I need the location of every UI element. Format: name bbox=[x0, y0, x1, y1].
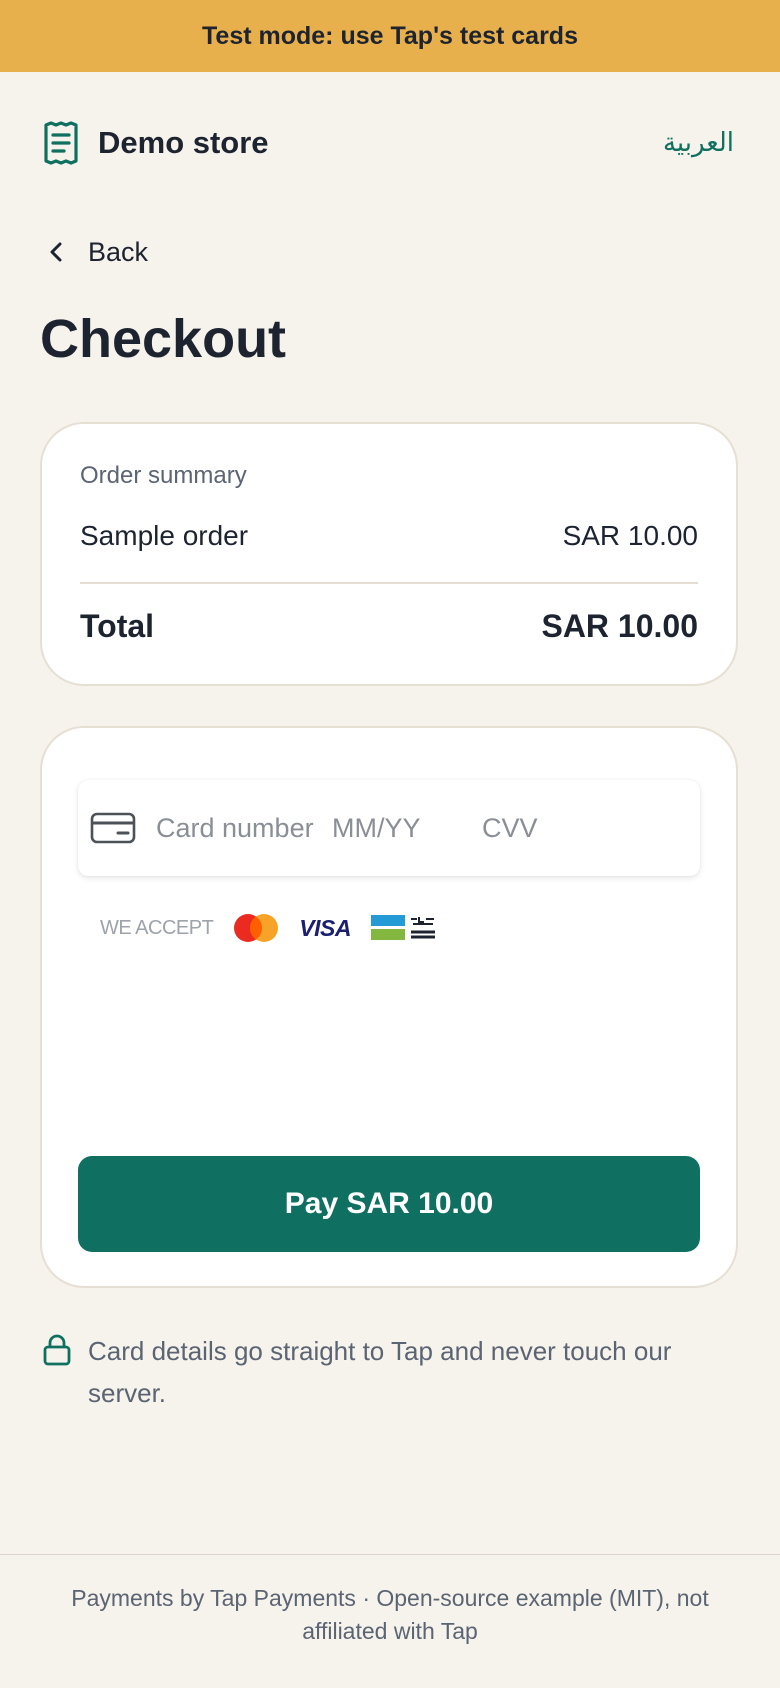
total-value: SAR 10.00 bbox=[541, 608, 698, 644]
order-summary-card: Order summary Sample order SAR 10.00 Tot… bbox=[40, 422, 738, 686]
we-accept-label: WE ACCEPT bbox=[100, 916, 214, 939]
payment-card: WE ACCEPT VISA Pay SAR 10.00 bbox=[40, 726, 738, 1288]
pay-button[interactable]: Pay SAR 10.00 bbox=[78, 1156, 700, 1252]
page-title: Checkout bbox=[40, 309, 287, 369]
receipt-icon bbox=[44, 121, 78, 165]
expiry-input[interactable] bbox=[332, 812, 482, 844]
back-label: Back bbox=[88, 236, 149, 267]
order-line-item: Sample order SAR 10.00 bbox=[80, 520, 698, 552]
item-name: Sample order bbox=[80, 520, 249, 551]
visa-logo: VISA bbox=[299, 914, 351, 941]
cvv-input[interactable] bbox=[482, 812, 602, 844]
card-number-input[interactable] bbox=[156, 812, 326, 844]
card-input-group bbox=[78, 780, 700, 876]
chevron-left-icon bbox=[50, 242, 62, 262]
test-mode-banner-text: Test mode: use Tap's test cards bbox=[202, 21, 578, 50]
accepted-cards: WE ACCEPT VISA bbox=[100, 908, 443, 948]
security-note: Card details go straight to Tap and neve… bbox=[42, 1330, 722, 1414]
footer-text: Payments by Tap Payments · Open-source e… bbox=[71, 1585, 709, 1644]
summary-divider bbox=[80, 582, 698, 584]
order-summary-label: Order summary bbox=[80, 462, 247, 489]
security-note-text: Card details go straight to Tap and neve… bbox=[88, 1336, 672, 1408]
footer: Payments by Tap Payments · Open-source e… bbox=[40, 1582, 740, 1648]
brand: Demo store bbox=[42, 121, 269, 165]
item-price: SAR 10.00 bbox=[562, 520, 698, 551]
total-label: Total bbox=[80, 608, 155, 644]
mada-icon bbox=[370, 915, 435, 940]
mastercard-icon bbox=[234, 914, 279, 942]
test-mode-banner: Test mode: use Tap's test cards bbox=[0, 0, 780, 72]
language-switch-link[interactable]: العربية bbox=[663, 128, 734, 158]
lock-icon bbox=[43, 1334, 71, 1366]
order-total-row: Total SAR 10.00 bbox=[80, 608, 698, 645]
back-button[interactable]: Back bbox=[44, 232, 148, 272]
header: Demo store العربية bbox=[42, 118, 734, 168]
credit-card-icon bbox=[90, 812, 136, 844]
footer-divider bbox=[0, 1554, 780, 1555]
store-name: Demo store bbox=[98, 125, 269, 160]
